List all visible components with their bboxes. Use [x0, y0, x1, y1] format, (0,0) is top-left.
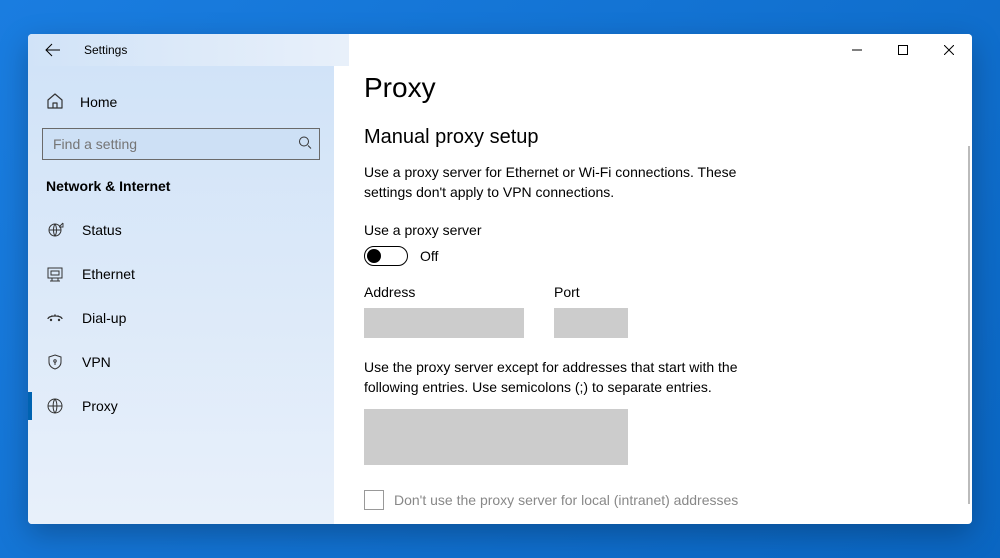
window-title: Settings	[84, 43, 127, 57]
page-title: Proxy	[364, 72, 942, 104]
sidebar-item-label: Ethernet	[82, 266, 135, 282]
sidebar: Home Network & Internet Status	[28, 66, 334, 524]
search-icon	[298, 136, 312, 153]
toggle-knob	[367, 249, 381, 263]
maximize-icon	[898, 45, 908, 55]
minimize-icon	[852, 45, 862, 55]
bypass-local-label: Don't use the proxy server for local (in…	[394, 492, 738, 508]
close-button[interactable]	[926, 34, 972, 66]
search-input[interactable]	[42, 128, 320, 160]
proxy-icon	[46, 397, 64, 415]
ethernet-icon	[46, 265, 64, 283]
bypass-local-checkbox[interactable]	[364, 490, 384, 510]
titlebar-left: Settings	[28, 34, 834, 66]
titlebar: Settings	[28, 34, 972, 66]
toggle-state-text: Off	[420, 248, 438, 264]
nav-list: Status Ethernet Dial-up	[28, 208, 334, 428]
home-label: Home	[80, 94, 117, 110]
arrow-left-icon	[45, 42, 61, 58]
category-heading: Network & Internet	[28, 174, 334, 208]
sidebar-item-label: VPN	[82, 354, 111, 370]
vpn-icon	[46, 353, 64, 371]
home-nav[interactable]: Home	[28, 82, 334, 122]
section-title: Manual proxy setup	[364, 126, 942, 149]
search-wrap	[42, 128, 320, 160]
bypass-local-row: Don't use the proxy server for local (in…	[364, 490, 942, 510]
exceptions-description: Use the proxy server except for addresse…	[364, 358, 784, 397]
sidebar-item-label: Dial-up	[82, 310, 126, 326]
port-label: Port	[554, 284, 628, 300]
sidebar-item-ethernet[interactable]: Ethernet	[28, 252, 334, 296]
sidebar-item-dialup[interactable]: Dial-up	[28, 296, 334, 340]
port-column: Port	[554, 284, 628, 338]
dialup-icon	[46, 309, 64, 327]
minimize-button[interactable]	[834, 34, 880, 66]
main-content: Proxy Manual proxy setup Use a proxy ser…	[334, 66, 972, 524]
toggle-label: Use a proxy server	[364, 222, 942, 238]
window-controls	[834, 34, 972, 66]
main-scroll: Proxy Manual proxy setup Use a proxy ser…	[334, 66, 972, 524]
sidebar-item-proxy[interactable]: Proxy	[28, 384, 334, 428]
address-column: Address	[364, 284, 524, 338]
sidebar-item-label: Status	[82, 222, 122, 238]
port-input[interactable]	[554, 308, 628, 338]
status-icon	[46, 221, 64, 239]
address-label: Address	[364, 284, 524, 300]
sidebar-item-status[interactable]: Status	[28, 208, 334, 252]
toggle-row: Off	[364, 246, 942, 266]
home-icon	[46, 92, 64, 113]
sidebar-item-label: Proxy	[82, 398, 118, 414]
section-description: Use a proxy server for Ethernet or Wi-Fi…	[364, 163, 784, 202]
address-port-row: Address Port	[364, 284, 942, 338]
proxy-toggle[interactable]	[364, 246, 408, 266]
address-input[interactable]	[364, 308, 524, 338]
maximize-button[interactable]	[880, 34, 926, 66]
exceptions-input[interactable]	[364, 409, 628, 465]
window-body: Home Network & Internet Status	[28, 66, 972, 524]
close-icon	[944, 45, 954, 55]
sidebar-item-vpn[interactable]: VPN	[28, 340, 334, 384]
back-button[interactable]	[44, 41, 62, 59]
settings-window: Settings Home	[28, 34, 972, 524]
